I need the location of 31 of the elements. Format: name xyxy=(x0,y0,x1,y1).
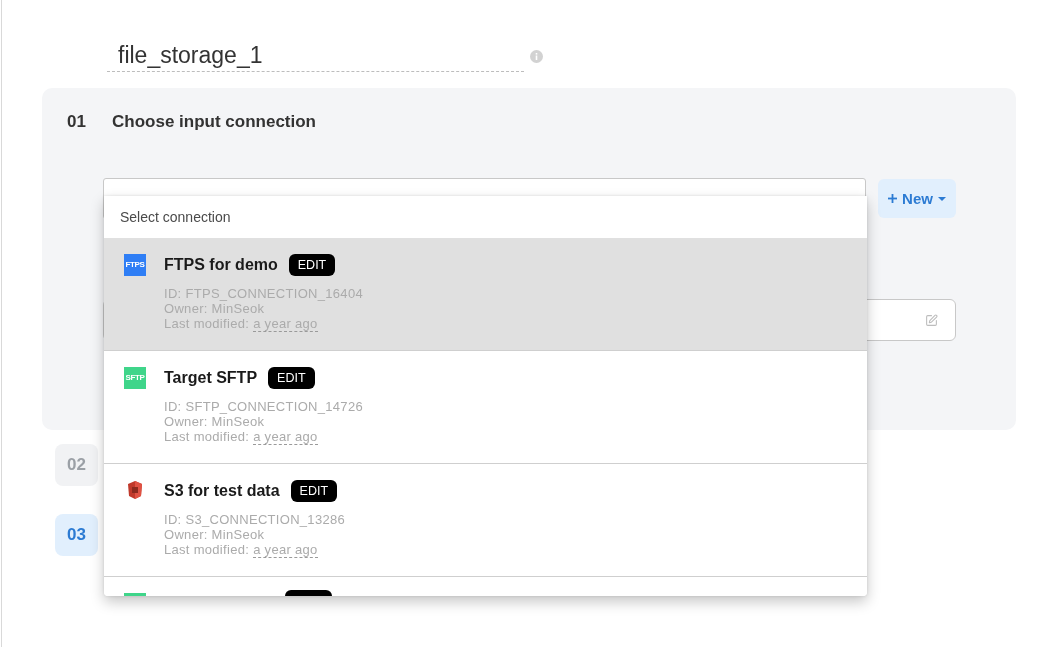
protocol-logo: FTPS xyxy=(124,254,146,276)
connection-name: S3 for test data xyxy=(164,482,280,500)
connection-id: ID: SFTP_CONNECTION_14726 xyxy=(164,399,363,414)
connection-name: Target SFTP xyxy=(164,369,258,387)
protocol-logo: SFTP xyxy=(124,367,146,389)
modified-label: Last modified: xyxy=(164,542,250,557)
relative-time: a year ago xyxy=(253,429,318,445)
connection-owner: Owner: MinSeok xyxy=(164,527,265,542)
plus-icon xyxy=(888,194,898,203)
edit-button[interactable] xyxy=(285,590,332,596)
search-field[interactable]: Select connection xyxy=(104,196,867,238)
connection-item[interactable]: SFTP Target SFTP EDIT ID: SFTP_CONNECTION_14726 Owner: MinSeok Last modified: a year ago xyxy=(104,351,867,464)
step-number[interactable]: 03 xyxy=(55,514,98,556)
edit-icon xyxy=(925,313,938,327)
connection-name: FTPS for demo xyxy=(164,256,278,274)
logo-icon xyxy=(124,593,146,596)
new-button[interactable]: New xyxy=(878,179,956,218)
connection-id: ID: S3_CONNECTION_13286 xyxy=(164,512,346,527)
modified-label: Last modified: xyxy=(164,429,250,444)
step-number: 01 xyxy=(67,112,87,132)
bucket-icon xyxy=(127,480,143,500)
edit-button[interactable]: EDIT xyxy=(288,254,336,276)
info-icon xyxy=(530,49,543,63)
connection-owner: Owner: MinSeok xyxy=(164,414,265,429)
edit-button[interactable]: EDIT xyxy=(290,480,338,502)
edit-button[interactable]: EDIT xyxy=(268,367,315,389)
step-title: Choose input connection xyxy=(112,112,316,132)
relative-time: a year ago xyxy=(253,542,318,558)
connection-item[interactable]: S3 for test data EDIT ID: S3_CONNECTION_13286 Owner: MinSeok Last modified: a year ago xyxy=(104,464,867,577)
pipeline-name-field[interactable]: file_storage_1 xyxy=(107,40,524,72)
caret-icon xyxy=(937,196,946,201)
